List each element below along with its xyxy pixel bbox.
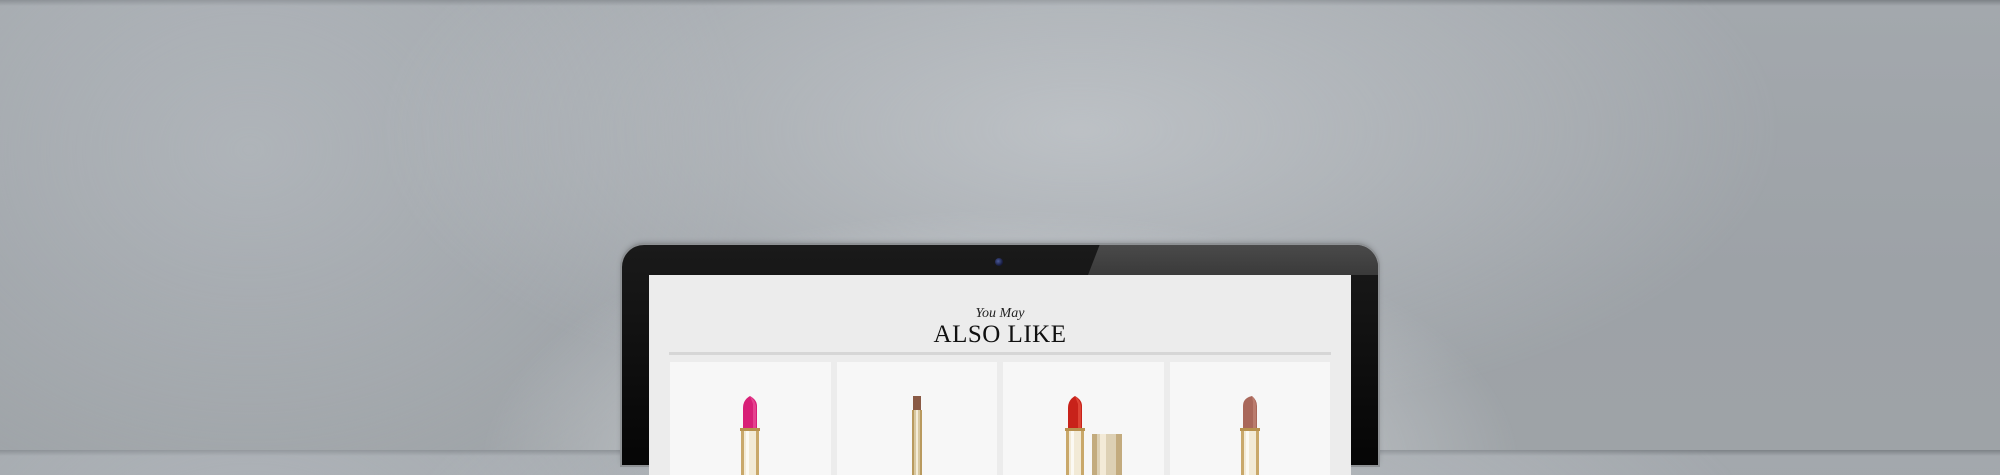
product-card[interactable] [669,361,832,475]
section-title: ALSO LIKE [933,321,1067,348]
section-subtitle: You May [975,306,1025,321]
lipstick-nude-icon [1239,396,1260,475]
webcam-icon [995,258,1003,266]
product-card[interactable] [835,361,998,475]
lip-liner-icon [911,396,922,475]
lipstick-red-icon [1065,396,1123,475]
product-grid [669,361,1331,475]
lipstick-pink-icon [740,396,761,475]
product-card[interactable] [1002,361,1165,475]
product-card[interactable] [1168,361,1331,475]
section-heading: You May ALSO LIKE [649,307,1351,348]
heading-divider [669,352,1331,355]
bezel-gloss [1088,245,1378,275]
laptop-screen: You May ALSO LIKE [649,275,1351,475]
background-scene: You May ALSO LIKE [0,0,2000,475]
laptop-frame: You May ALSO LIKE [622,245,1378,475]
